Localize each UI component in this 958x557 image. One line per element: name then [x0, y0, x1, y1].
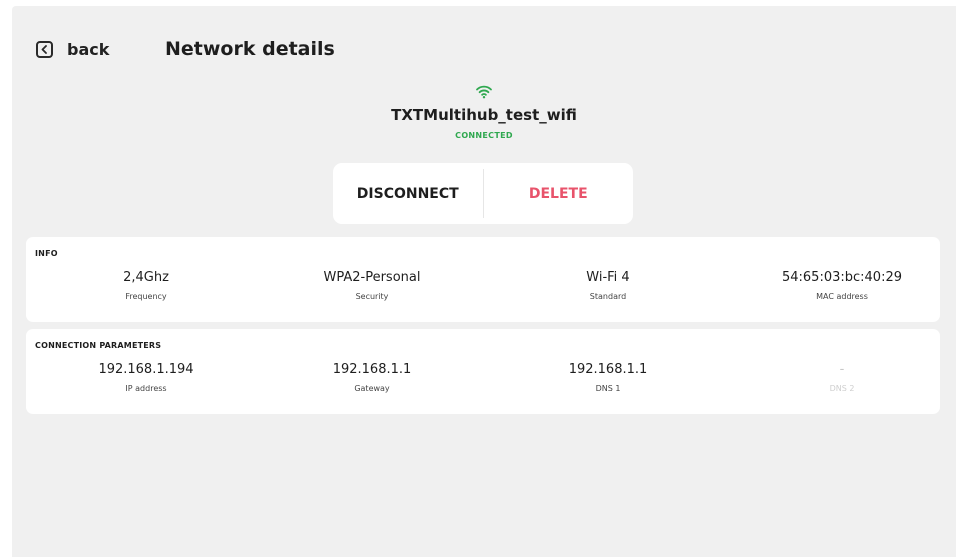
- network-ssid: TXTMultihub_test_wifi: [391, 106, 577, 124]
- dns2-label: DNS 2: [829, 384, 855, 393]
- ip-address-field: 192.168.1.194 IP address: [46, 362, 246, 393]
- network-details-screen: back Network details TXTMultihub_test_wi…: [12, 6, 956, 557]
- gateway-label: Gateway: [354, 384, 390, 393]
- ip-address-value: 192.168.1.194: [98, 362, 194, 377]
- frequency-field: 2,4Ghz Frequency: [46, 270, 246, 301]
- standard-value: Wi-Fi 4: [586, 270, 630, 285]
- dns1-label: DNS 1: [595, 384, 621, 393]
- info-panel: INFO 2,4Ghz Frequency WPA2-Personal Secu…: [26, 237, 940, 322]
- chevron-left-icon: [36, 41, 53, 58]
- security-field: WPA2-Personal Security: [272, 270, 472, 301]
- security-value: WPA2-Personal: [323, 270, 421, 285]
- connection-parameters-panel: CONNECTION PARAMETERS 192.168.1.194 IP a…: [26, 329, 940, 414]
- frequency-label: Frequency: [125, 292, 167, 301]
- dns2-value: -: [839, 362, 845, 377]
- connection-status: CONNECTED: [455, 131, 513, 140]
- gateway-field: 192.168.1.1 Gateway: [272, 362, 472, 393]
- back-button[interactable]: back: [36, 40, 109, 59]
- page-title: Network details: [165, 38, 335, 60]
- disconnect-button[interactable]: DISCONNECT: [333, 163, 483, 224]
- dns1-field: 192.168.1.1 DNS 1: [508, 362, 708, 393]
- dns2-field: - DNS 2: [742, 362, 942, 393]
- network-header: TXTMultihub_test_wifi CONNECTED: [12, 82, 956, 140]
- mac-address-field: 54:65:03:bc:40:29 MAC address: [742, 270, 942, 301]
- gateway-value: 192.168.1.1: [332, 362, 412, 377]
- ip-address-label: IP address: [125, 384, 167, 393]
- connection-parameters-heading: CONNECTION PARAMETERS: [35, 341, 162, 350]
- dns1-value: 192.168.1.1: [568, 362, 648, 377]
- wifi-icon: [476, 85, 492, 99]
- delete-button[interactable]: DELETE: [484, 163, 634, 224]
- info-heading: INFO: [35, 249, 58, 258]
- mac-address-value: 54:65:03:bc:40:29: [781, 270, 902, 285]
- frequency-value: 2,4Ghz: [123, 270, 169, 285]
- security-label: Security: [355, 292, 389, 301]
- mac-address-label: MAC address: [816, 292, 868, 301]
- back-label: back: [67, 40, 110, 59]
- network-actions: DISCONNECT DELETE: [333, 163, 633, 224]
- standard-field: Wi-Fi 4 Standard: [508, 270, 708, 301]
- standard-label: Standard: [589, 292, 627, 301]
